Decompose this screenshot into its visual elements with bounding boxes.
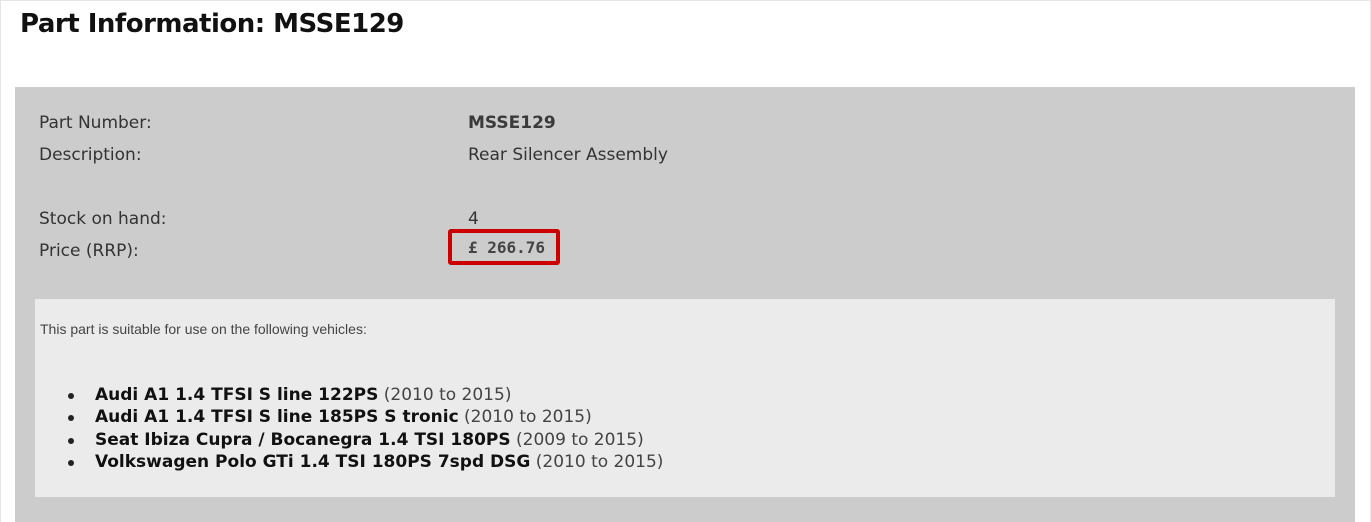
vehicle-years: (2009 to 2015)	[516, 429, 644, 450]
vehicle-years: (2010 to 2015)	[383, 385, 512, 405]
part-number-label: Part Number:	[39, 113, 152, 133]
bullet-icon	[68, 459, 74, 466]
vehicle-name: Audi A1 1.4 TFSI S line 122PS	[95, 385, 379, 405]
price-label: Price (RRP):	[39, 241, 139, 261]
price-row: Price (RRP):	[39, 239, 1139, 263]
vehicle-years: (2010 to 2015)	[464, 407, 592, 428]
compatible-vehicles-panel: This part is suitable for use on the fol…	[35, 299, 1335, 497]
stock-label: Stock on hand:	[39, 209, 167, 229]
description-row: Description: Rear Silencer Assembly	[39, 143, 1139, 167]
description-value: Rear Silencer Assembly	[468, 145, 668, 165]
list-item: Seat Ibiza Cupra / Bocanegra 1.4 TSI 180…	[35, 429, 663, 451]
list-item: Volkswagen Polo GTi 1.4 TSI 180PS 7spd D…	[35, 451, 663, 473]
part-details-panel: Part Number: MSSE129 Description: Rear S…	[15, 87, 1355, 522]
price-highlight-box: £ 266.76	[448, 229, 560, 265]
page-title: Part Information: MSSE129	[20, 9, 404, 39]
part-number-row: Part Number: MSSE129	[39, 111, 1139, 135]
price-value: £ 266.76	[468, 238, 546, 257]
stock-value: 4	[468, 209, 479, 229]
vehicle-name: Volkswagen Polo GTi 1.4 TSI 180PS 7spd D…	[95, 451, 531, 472]
bullet-icon	[68, 415, 74, 422]
bullet-icon	[68, 437, 74, 444]
vehicle-name: Seat Ibiza Cupra / Bocanegra 1.4 TSI 180…	[95, 429, 511, 450]
part-info-page: Part Information: MSSE129 Part Number: M…	[0, 0, 1371, 522]
list-item: Audi A1 1.4 TFSI S line 122PS (2010 to 2…	[35, 384, 663, 406]
bullet-icon	[68, 393, 74, 399]
list-item: Audi A1 1.4 TFSI S line 185PS S tronic (…	[35, 406, 663, 428]
vehicle-years: (2010 to 2015)	[535, 451, 664, 472]
vehicle-list: Audi A1 1.4 TFSI S line 122PS (2010 to 2…	[35, 384, 663, 473]
part-number-value: MSSE129	[468, 113, 556, 133]
description-label: Description:	[39, 145, 142, 165]
vehicle-name: Audi A1 1.4 TFSI S line 185PS S tronic	[95, 407, 459, 428]
vehicles-intro-text: This part is suitable for use on the fol…	[40, 321, 367, 337]
stock-row: Stock on hand: 4	[39, 207, 1139, 231]
